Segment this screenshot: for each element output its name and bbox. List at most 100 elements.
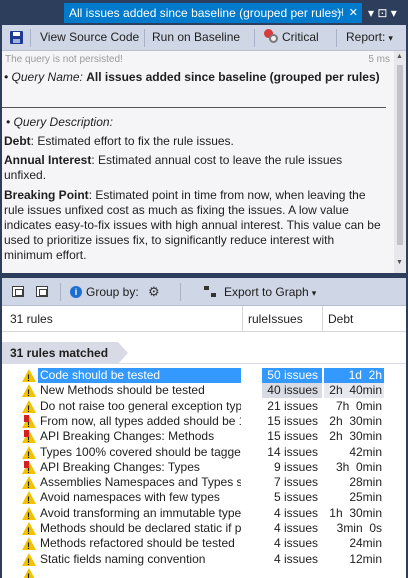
group-label[interactable]: 31 rules matched: [2, 342, 128, 364]
rule-debt: [324, 567, 384, 578]
toolbar-separator: [144, 29, 145, 47]
table-row[interactable]: Assemblies Namespaces and Types should b…: [2, 475, 406, 493]
results-list: Code should be tested50 issues1d 2hNew M…: [2, 366, 406, 578]
critical-button[interactable]: Critical: [264, 25, 319, 51]
rule-issues-count: 4 issues: [273, 505, 318, 520]
scrollbar-thumb[interactable]: [397, 65, 403, 245]
info-icon[interactable]: i: [70, 286, 82, 298]
gear-icon[interactable]: ⚙: [148, 284, 160, 300]
chevron-down-icon: ▾: [311, 288, 317, 298]
table-row[interactable]: API Breaking Changes: Types 9 issues 3h 0m…: [2, 459, 406, 478]
table-row[interactable]: Code should be tested 50 issues1d 2h: [2, 368, 406, 386]
rule-debt: 2h 40min: [324, 383, 384, 399]
rule-debt: 1h 30min: [329, 505, 382, 520]
rule-name: API Breaking Changes: Types: [40, 459, 200, 474]
rule-debt: 25min: [349, 490, 382, 505]
column-divider[interactable]: [242, 306, 243, 332]
grid-header: 31 rules ruleIssues Debt: [2, 306, 406, 332]
rule-issues-count: 40 issues: [262, 383, 322, 399]
warning-icon: [22, 445, 36, 463]
rule-name: Static fields naming convention: [40, 551, 206, 566]
table-row[interactable]: From now, all types added should be 100%…: [2, 413, 406, 432]
export-to-graph-button[interactable]: Export to Graph ▾: [224, 278, 316, 306]
window-menu-button[interactable]: ▾ ⊡ ▾: [368, 4, 402, 22]
report-dropdown[interactable]: Report: ▾: [346, 25, 393, 51]
column-header-debt[interactable]: Debt: [324, 306, 384, 332]
rule-name: Avoid transforming an immutable type int…: [40, 505, 241, 520]
query-description-panel: The query is not persisted! 5 ms • Query…: [2, 51, 406, 273]
save-icon[interactable]: [10, 31, 23, 44]
warning-icon: [22, 476, 36, 493]
column-header-rule-issues[interactable]: ruleIssues: [244, 306, 320, 332]
pin-icon[interactable]: ⊣: [334, 3, 344, 23]
table-row[interactable]: New Methods should be tested 40 issues2h …: [2, 383, 406, 401]
table-row[interactable]: Methods refactored should be tested 4 iss…: [2, 536, 406, 554]
rule-debt: 12min: [349, 551, 382, 566]
chevron-down-icon: ▾: [388, 33, 393, 43]
warning-icon: [22, 491, 36, 508]
vertical-scrollbar[interactable]: ▲ ▼: [394, 51, 406, 273]
rule-name: Types 100% covered should be tagged with…: [40, 444, 241, 459]
rule-name: Assemblies Namespaces and Types should b…: [40, 475, 241, 490]
rule-issues-count: 4 issues: [273, 551, 318, 566]
rule-debt: 3min 0s: [336, 521, 382, 535]
export-to-graph-label: Export to Graph: [224, 285, 309, 299]
annual-interest-label: Annual Interest: [4, 153, 92, 167]
view-source-code-button[interactable]: View Source Code: [40, 25, 139, 51]
rule-name: Methods should be declared static if pos…: [40, 521, 241, 535]
scroll-up-icon[interactable]: ▲: [396, 53, 403, 60]
query-toolbar: View Source Code Run on Baseline Critica…: [2, 25, 406, 51]
table-row[interactable]: Avoid transforming an immutable type int…: [2, 505, 406, 524]
query-name-line: • Query Name: All issues added since bas…: [4, 68, 392, 106]
critical-flag-icon: [24, 430, 29, 438]
column-divider[interactable]: [322, 306, 323, 332]
rule-debt: 2h 30min: [329, 413, 382, 428]
table-row[interactable]: Methods should be declared static if pos…: [2, 521, 406, 539]
run-on-baseline-button[interactable]: Run on Baseline: [152, 25, 240, 51]
expand-all-icon[interactable]: [12, 286, 24, 297]
rule-name: From now, all types added should be 100%…: [40, 413, 241, 428]
toolbar-separator: [30, 29, 31, 47]
warning-icon: [22, 399, 36, 417]
critical-rule-icon: [264, 29, 278, 43]
group-underline: [2, 363, 406, 364]
toolbar-separator: [336, 29, 337, 47]
group-header: 31 rules matched: [2, 332, 406, 366]
rule-debt: 28min: [349, 475, 382, 490]
close-icon[interactable]: ✕: [349, 3, 358, 23]
divider: [2, 107, 386, 108]
query-text: • Query Name: All issues added since bas…: [4, 68, 392, 106]
toolbar-separator: [180, 283, 181, 301]
results-toolbar: i Group by: ⚙ Export to Graph ▾: [2, 278, 406, 306]
rule-debt: 7h 0min: [335, 398, 382, 413]
rule-issues-count: 7 issues: [273, 475, 318, 490]
scroll-down-icon[interactable]: ▼: [396, 259, 403, 266]
document-tab-title: All issues added since baseline (grouped…: [69, 6, 342, 20]
collapse-all-icon[interactable]: [36, 286, 48, 297]
debt-description: Debt: Estimated effort to fix the rule i…: [4, 134, 386, 149]
table-row[interactable]: Avoid namespaces with few types 5 issues 2…: [2, 490, 406, 508]
table-row[interactable]: Static fields naming convention 4 issues 1…: [2, 551, 406, 570]
column-header-rules[interactable]: 31 rules: [6, 306, 242, 332]
table-row[interactable]: Types 100% covered should be tagged with…: [2, 444, 406, 463]
warning-icon: [22, 369, 36, 386]
toolbar-separator: [60, 283, 61, 301]
rule-issues-count: 5 issues: [273, 490, 318, 505]
table-row[interactable]: API Breaking Changes: Methods 15 issues 2h…: [2, 429, 406, 447]
breaking-point-description: Breaking Point: Estimated point in time …: [4, 188, 386, 263]
annual-interest-description: Annual Interest: Estimated annual cost t…: [4, 153, 386, 183]
rule-issues-count: 14 issues: [267, 444, 318, 459]
document-tab[interactable]: All issues added since baseline (grouped…: [64, 3, 362, 23]
report-label: Report:: [346, 30, 386, 44]
rule-name: Code should be tested: [38, 368, 241, 383]
rule-issues-count: 21 issues: [267, 398, 318, 413]
table-row[interactable]: [2, 567, 406, 578]
rule-name: Avoid namespaces with few types: [40, 490, 220, 505]
status-line: The query is not persisted! 5 ms: [2, 51, 394, 68]
rule-name: API Breaking Changes: Methods: [40, 429, 215, 444]
critical-flag-icon: [24, 460, 29, 468]
rule-issues-count: [262, 567, 322, 578]
table-row[interactable]: Do not raise too general exception types…: [2, 398, 406, 417]
critical-button-label: Critical: [282, 30, 319, 44]
elapsed-time: 5 ms: [368, 54, 390, 65]
